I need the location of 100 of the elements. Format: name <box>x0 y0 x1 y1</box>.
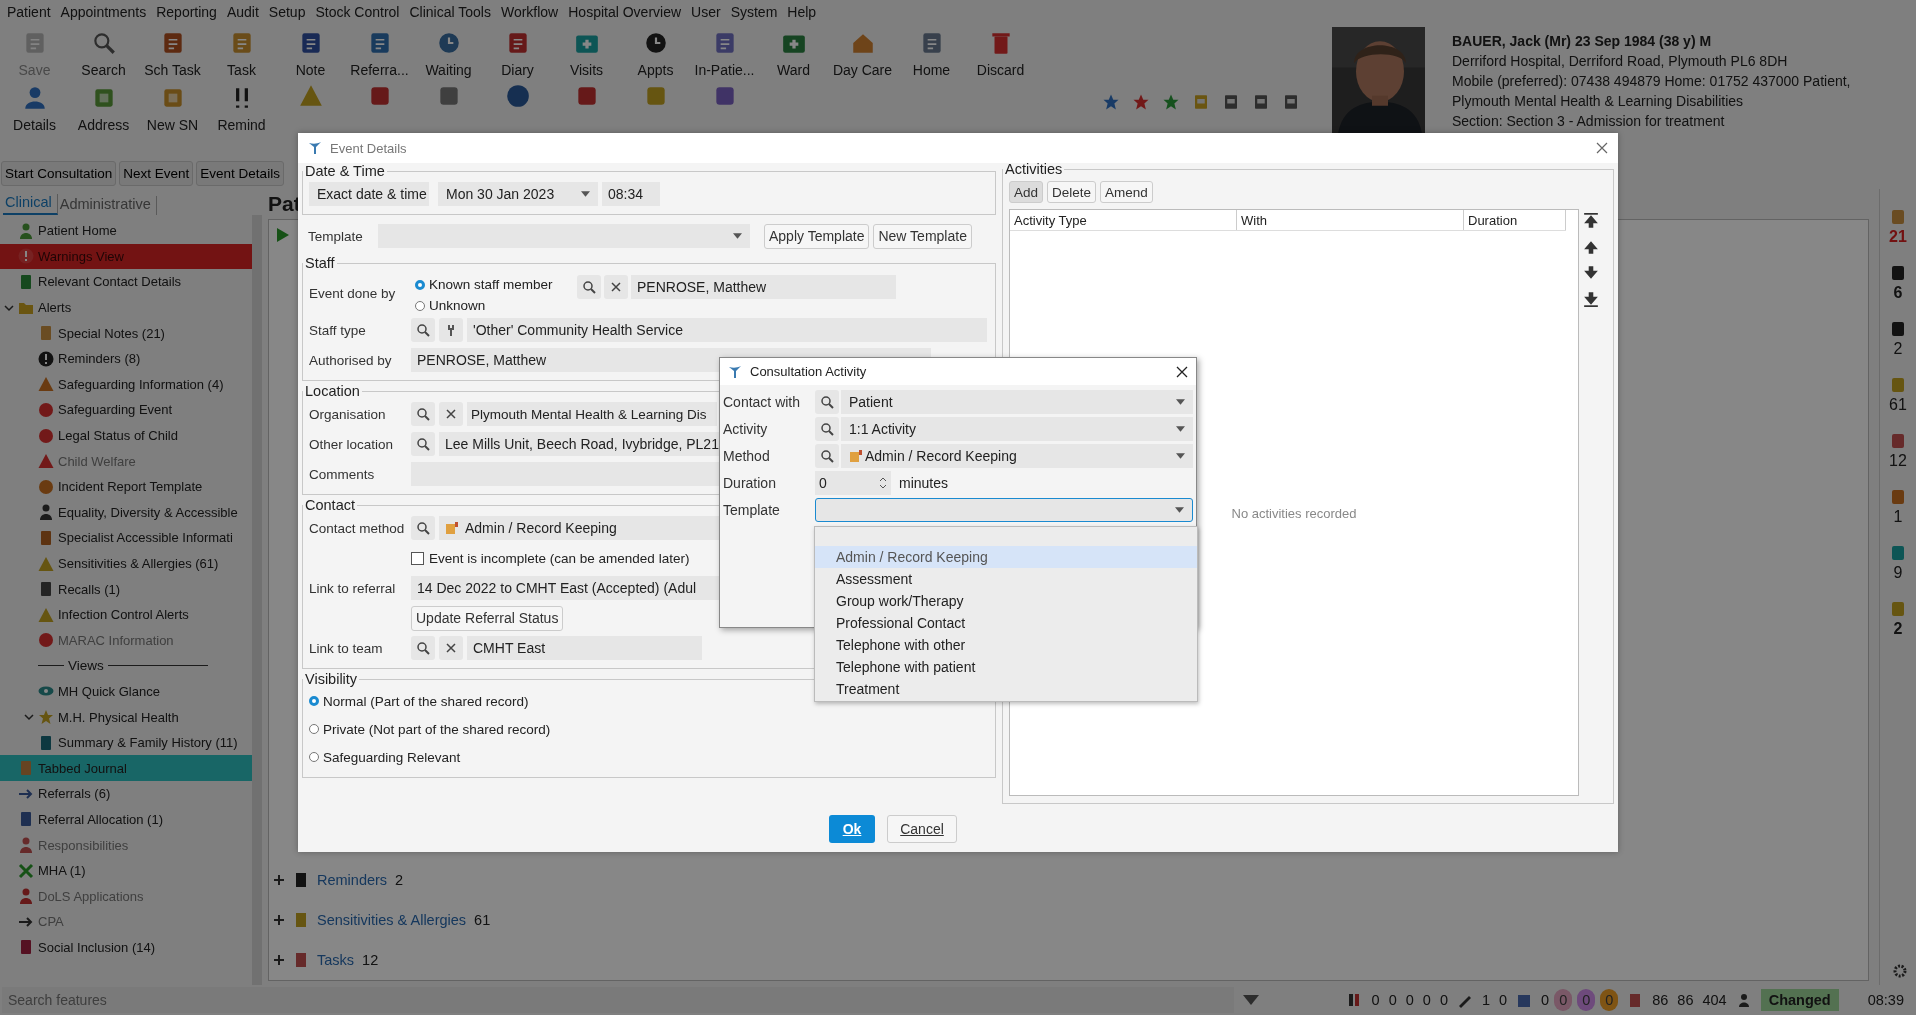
wrench-icon[interactable] <box>439 318 463 342</box>
date-field[interactable]: Mon 30 Jan 2023 <box>438 182 598 206</box>
radio-option[interactable]: Unknown <box>415 298 565 313</box>
search-icon[interactable] <box>411 636 435 660</box>
dropdown-option[interactable]: Treatment <box>815 678 1197 700</box>
activity-dropdown[interactable]: 1:1 Activity <box>841 416 1193 441</box>
toolbar-button[interactable]: Discard <box>966 24 1035 78</box>
search-icon[interactable] <box>411 432 435 456</box>
staff-type-field[interactable]: 'Other' Community Health Service <box>467 318 987 342</box>
sidebar-item[interactable]: MARAC Information <box>0 627 252 654</box>
close-icon[interactable] <box>1176 365 1188 378</box>
plus-icon[interactable] <box>273 914 285 926</box>
sidebar-tab[interactable]: Administrative <box>57 196 157 215</box>
menu-item[interactable]: Appointments <box>57 4 154 20</box>
toolbar-button[interactable]: Details <box>0 79 69 133</box>
caret-icon[interactable] <box>24 712 34 723</box>
plus-icon[interactable] <box>273 954 285 966</box>
sidebar-item[interactable]: Referrals (6) <box>0 781 252 807</box>
toolbar-button[interactable]: In-Patie... <box>690 24 759 78</box>
menu-item[interactable]: Reporting <box>153 4 224 20</box>
play-icon[interactable] <box>277 228 289 242</box>
clear-icon[interactable] <box>604 275 628 299</box>
toolbar-button[interactable]: Search <box>69 24 138 78</box>
sidebar-item[interactable]: MH Quick Glance <box>0 678 252 705</box>
team-field[interactable]: CMHT East <box>467 636 702 660</box>
sidebar-item[interactable]: Reminders (8) <box>0 345 252 372</box>
menu-item[interactable]: Workflow <box>497 4 566 20</box>
toolbar-button[interactable]: Referra... <box>345 24 414 78</box>
document-icon[interactable] <box>1252 93 1270 111</box>
toolbar-button[interactable]: Sch Task <box>138 24 207 78</box>
toolbar-button[interactable]: New SN <box>138 79 207 133</box>
column-header[interactable]: With <box>1237 210 1464 230</box>
toolbar-button[interactable]: Diary <box>483 24 552 78</box>
dropdown-option[interactable]: Group work/Therapy <box>815 590 1197 612</box>
sidebar-item[interactable]: Safeguarding Event <box>0 397 252 423</box>
dropdown-option[interactable]: Telephone with patient <box>815 656 1197 678</box>
search-features-field[interactable]: Search features <box>2 987 1234 1013</box>
sidebar-item[interactable]: Responsibilities <box>0 832 252 858</box>
organisation-field[interactable]: Plymouth Mental Health & Learning Dis <box>467 402 717 426</box>
toolbar-button[interactable]: Remind <box>207 79 276 133</box>
radio-option[interactable]: Safeguarding Relevant <box>309 745 989 769</box>
circle-icon[interactable] <box>504 83 531 109</box>
sidebar-item[interactable]: MHA (1) <box>0 857 252 884</box>
clear-icon[interactable] <box>439 636 463 660</box>
toolbar-button[interactable]: Ward <box>759 24 828 78</box>
dropdown-option[interactable]: Professional Contact <box>815 612 1197 634</box>
sidebar-item[interactable]: CPA <box>0 909 252 935</box>
sidebar-item[interactable]: Equality, Diversity & Accessible <box>0 499 252 526</box>
sidebar-item[interactable]: Relevant Contact Details <box>0 269 252 295</box>
settings-icon[interactable] <box>1892 963 1908 979</box>
menu-item[interactable]: Hospital Overview <box>565 4 689 20</box>
staff-member-field[interactable]: PENROSE, Matthew <box>631 275 896 299</box>
sidebar-item[interactable]: Recalls (1) <box>0 576 252 602</box>
section-link[interactable]: Tasks <box>317 952 355 968</box>
column-header[interactable]: Activity Type <box>1010 210 1237 230</box>
time-field[interactable]: 08:34 <box>602 182 660 206</box>
template-button[interactable]: New Template <box>873 223 972 249</box>
dropdown-option[interactable]: Admin / Record Keeping <box>815 546 1197 568</box>
sidebar-item[interactable]: Social Inclusion (14) <box>0 934 252 961</box>
radio-option[interactable]: Private (Not part of the shared record) <box>309 717 989 741</box>
star-icon[interactable] <box>1132 93 1150 111</box>
ok-button[interactable]: Ok <box>829 815 875 843</box>
template-dropdown[interactable] <box>815 497 1193 522</box>
move-up-icon[interactable] <box>1583 239 1599 255</box>
move-down-icon[interactable] <box>1583 291 1599 307</box>
menu-item[interactable]: Stock Control <box>312 4 407 20</box>
search-icon[interactable] <box>411 318 435 342</box>
sidebar-item[interactable]: Sensitivities & Allergies (61) <box>0 550 252 577</box>
sidebar-item[interactable]: Referral Allocation (1) <box>0 806 252 833</box>
move-up-icon[interactable] <box>1583 213 1599 229</box>
search-icon[interactable] <box>411 516 435 540</box>
incomplete-checkbox[interactable]: Event is incomplete (can be amended later) <box>411 550 690 566</box>
printer-icon[interactable] <box>1282 93 1300 111</box>
star-icon[interactable] <box>1102 93 1120 111</box>
search-icon[interactable] <box>815 443 839 468</box>
toolbar-button[interactable]: Address <box>69 79 138 133</box>
activity-button[interactable]: Amend <box>1100 181 1153 203</box>
search-icon[interactable] <box>815 389 839 414</box>
action-button[interactable]: Event Details <box>196 161 284 186</box>
activity-button[interactable]: Delete <box>1047 181 1097 203</box>
radio-option[interactable]: Known staff member <box>415 277 565 292</box>
caret-icon[interactable] <box>4 302 14 313</box>
plus-icon[interactable] <box>273 874 285 886</box>
sidebar-item[interactable]: Tabbed Journal <box>0 755 252 782</box>
clear-icon[interactable] <box>439 402 463 426</box>
star-icon[interactable] <box>1162 93 1180 111</box>
toolbar-button[interactable]: Appts <box>621 24 690 78</box>
update-referral-button[interactable]: Update Referral Status <box>411 605 564 631</box>
dropdown-option[interactable]: Assessment <box>815 568 1197 590</box>
search-icon[interactable] <box>411 402 435 426</box>
sidebar-item[interactable]: Legal Status of Child <box>0 422 252 449</box>
menu-item[interactable]: Clinical Tools <box>406 4 498 20</box>
toolbar-button[interactable]: Task <box>207 24 276 78</box>
column-header[interactable]: Duration <box>1464 210 1566 230</box>
sidebar-item[interactable]: Specialist Accessible Informati <box>0 525 252 551</box>
toolbar-button[interactable]: Home <box>897 24 966 78</box>
sidebar-tab[interactable]: Clinical <box>3 194 58 215</box>
activity-button[interactable]: Add <box>1009 181 1044 203</box>
search-icon[interactable] <box>815 416 839 441</box>
menu-item[interactable]: Audit <box>223 4 266 20</box>
